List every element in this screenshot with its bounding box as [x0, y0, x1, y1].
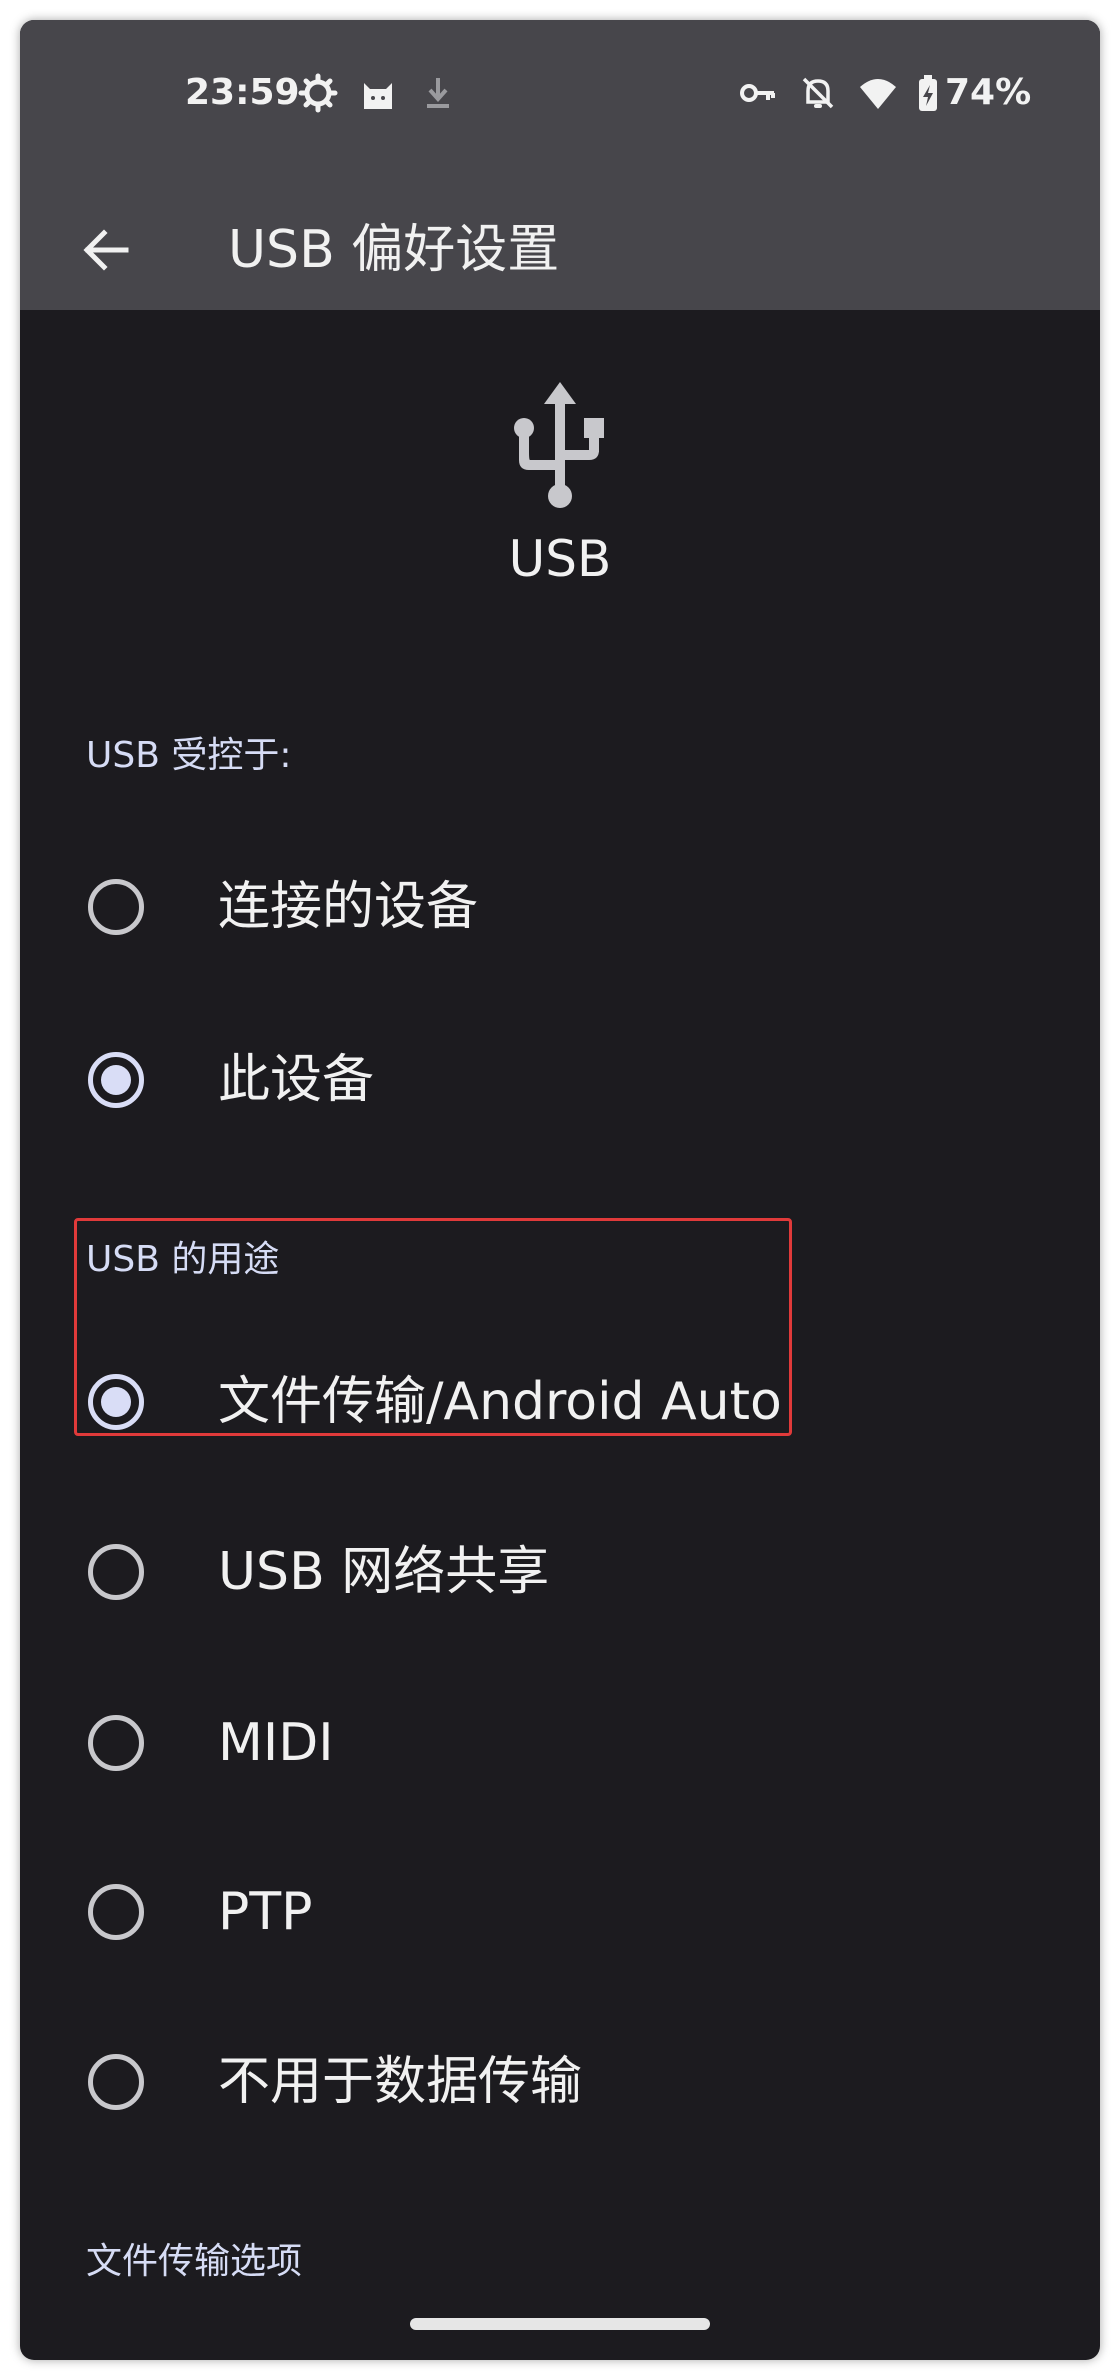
option-label: 文件传输/Android Auto [218, 1372, 782, 1432]
usb-label: USB [508, 530, 612, 588]
option-label: 连接的设备 [218, 877, 479, 937]
radio-file-transfer[interactable] [88, 1374, 144, 1430]
home-indicator[interactable] [410, 2318, 710, 2330]
settings-gear-icon [298, 73, 338, 113]
radio-connected-device[interactable] [88, 879, 144, 935]
option-file-transfer[interactable]: 文件传输/Android Auto [20, 1322, 1100, 1482]
battery-percent: 74% [945, 72, 1032, 113]
battery-charging-icon [919, 75, 937, 111]
option-label: PTP [218, 1882, 313, 1942]
section-header-file-transfer-options: 文件传输选项 [86, 2241, 303, 2282]
top-bar: 23:59 74% USB 偏好设置 [20, 20, 1100, 310]
vpn-key-icon [740, 84, 775, 102]
option-ptp[interactable]: PTP [20, 1832, 1100, 1992]
section-header-controlled-by: USB 受控于: [86, 735, 292, 776]
option-no-data-transfer[interactable]: 不用于数据传输 [20, 2002, 1100, 2162]
option-connected-device[interactable]: 连接的设备 [20, 827, 1100, 987]
phone-screen: 23:59 74% USB 偏好设置 USB USB 受控于: 连接的设备 此设… [20, 20, 1100, 2360]
radio-no-data-transfer[interactable] [88, 2054, 144, 2110]
status-bar: 23:59 74% [20, 65, 1100, 121]
cat-app-icon [364, 83, 392, 109]
section-header-usage: USB 的用途 [86, 1239, 280, 1280]
download-icon [427, 78, 449, 108]
radio-ptp[interactable] [88, 1884, 144, 1940]
option-label: 此设备 [218, 1050, 375, 1110]
option-this-device[interactable]: 此设备 [20, 1000, 1100, 1160]
option-midi[interactable]: MIDI [20, 1663, 1100, 1823]
status-time: 23:59 [185, 72, 300, 113]
option-label: 不用于数据传输 [218, 2052, 583, 2112]
app-bar: USB 偏好设置 [20, 200, 1100, 300]
radio-midi[interactable] [88, 1715, 144, 1771]
arrow-back-icon [83, 229, 129, 271]
notifications-off-icon [802, 77, 834, 109]
page-title: USB 偏好设置 [228, 220, 560, 280]
option-label: USB 网络共享 [218, 1542, 550, 1602]
radio-usb-tethering[interactable] [88, 1544, 144, 1600]
option-label: MIDI [218, 1713, 334, 1773]
back-button[interactable] [68, 212, 144, 288]
radio-this-device[interactable] [88, 1052, 144, 1108]
usb-icon [514, 382, 604, 508]
option-usb-tethering[interactable]: USB 网络共享 [20, 1492, 1100, 1652]
wifi-icon [860, 79, 896, 109]
